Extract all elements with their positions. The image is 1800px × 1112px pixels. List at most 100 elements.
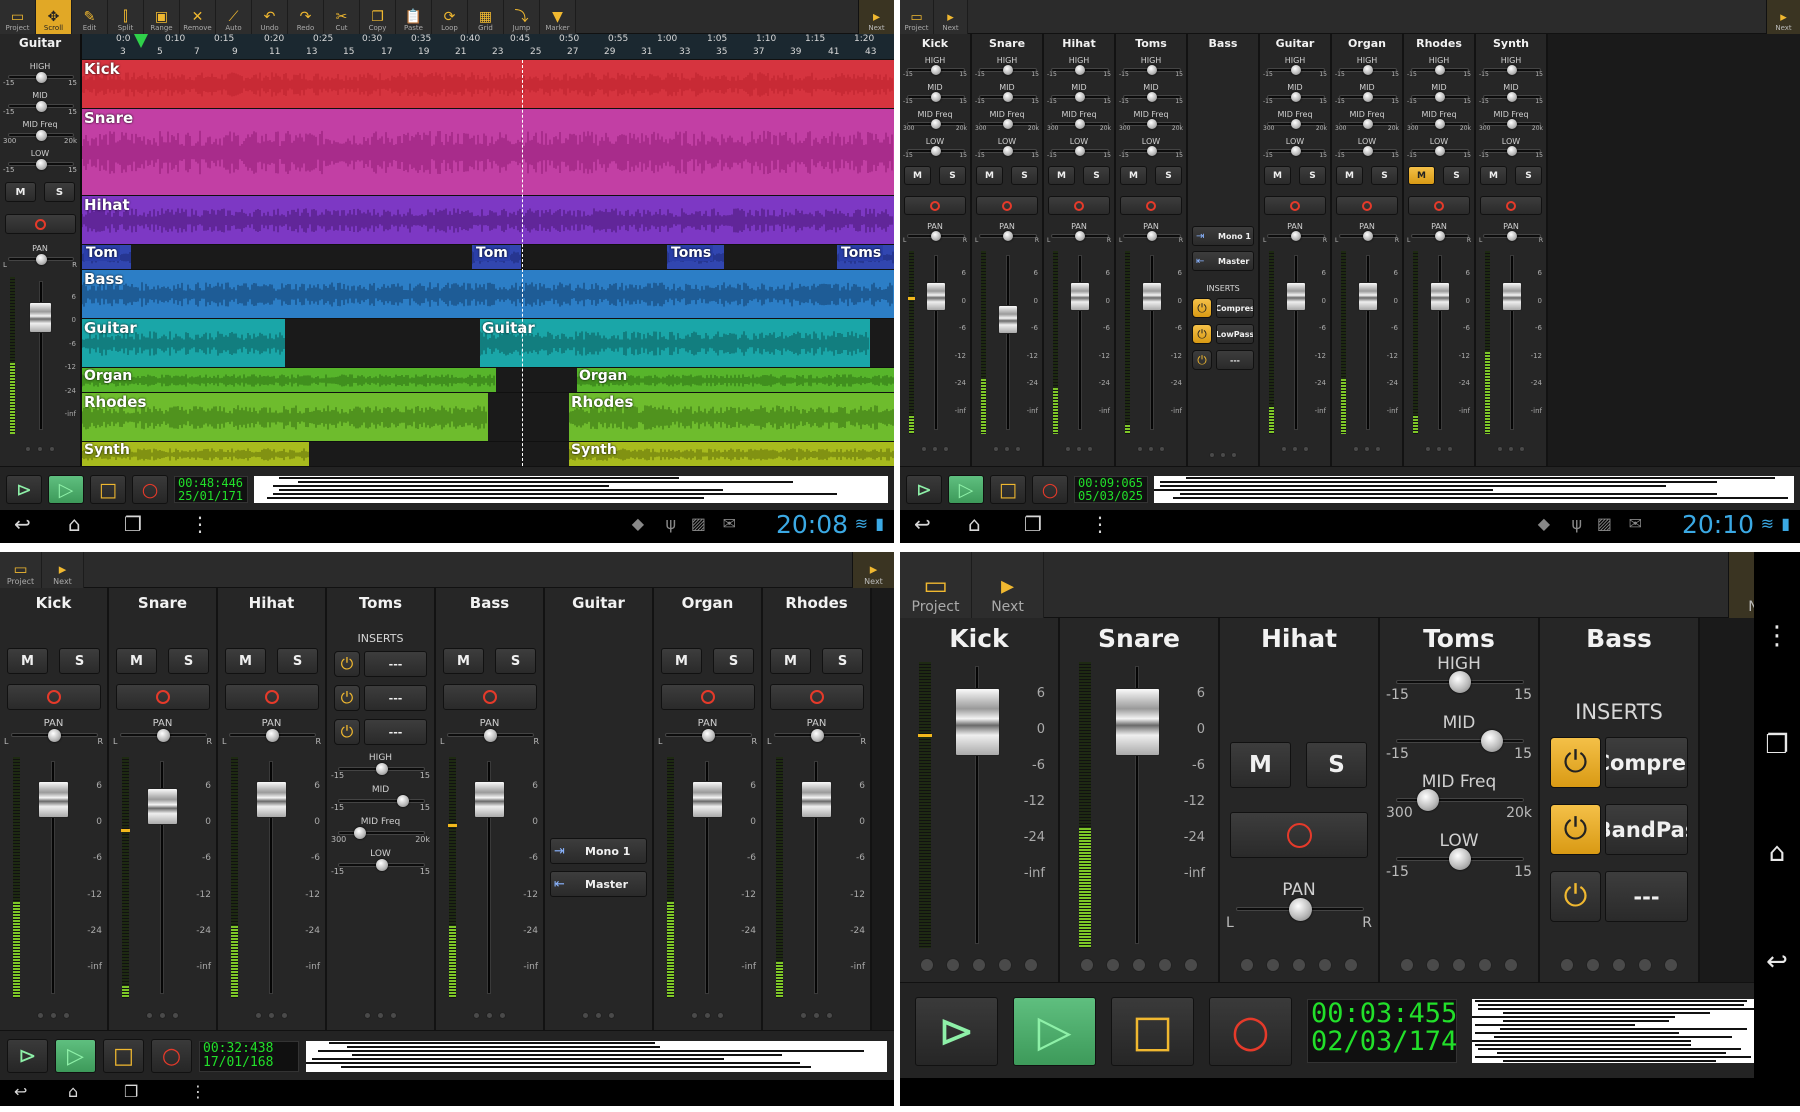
playhead-marker[interactable] — [134, 34, 148, 48]
aux-send-dot[interactable] — [49, 446, 55, 452]
record-arm-button[interactable] — [116, 684, 210, 710]
song-overview[interactable] — [254, 476, 888, 503]
toolbar-copy-button[interactable]: ❐ Copy — [360, 0, 396, 34]
recent-apps-icon[interactable]: ❐ — [1765, 730, 1788, 760]
aux-send-dot[interactable] — [1318, 958, 1332, 972]
aux-send-dot[interactable] — [1436, 446, 1442, 452]
pan-knob[interactable] — [157, 728, 170, 742]
record-arm-button[interactable] — [7, 684, 101, 710]
record-arm-button[interactable] — [443, 684, 537, 710]
eq-low-knob[interactable] — [1435, 146, 1445, 156]
audio-clip[interactable]: Organ — [82, 368, 496, 392]
mute-button[interactable]: M — [443, 648, 484, 674]
volume-fader[interactable] — [474, 781, 505, 818]
audio-clip[interactable]: Hihat — [82, 196, 894, 244]
play-from-start-button[interactable]: ⊳ — [906, 475, 942, 504]
mute-button[interactable]: M — [976, 166, 1003, 185]
record-button[interactable]: ○ — [1209, 997, 1292, 1066]
solo-button[interactable]: S — [495, 648, 536, 674]
aux-send-dot[interactable] — [1080, 958, 1094, 972]
insert-slot-button[interactable]: --- — [364, 719, 427, 745]
play-button[interactable]: ▷ — [48, 475, 84, 504]
insert-power-button[interactable]: ⏻ — [334, 719, 360, 745]
eq-mid-freq-knob[interactable] — [36, 129, 47, 141]
eq-mid-freq-knob[interactable] — [1003, 119, 1013, 129]
aux-send-dot[interactable] — [1015, 446, 1021, 452]
audio-clip[interactable]: Snare — [82, 109, 894, 195]
aux-send-dot[interactable] — [1159, 446, 1165, 452]
solo-button[interactable]: S — [822, 648, 863, 674]
aux-send-dot[interactable] — [691, 1012, 698, 1019]
aux-send-dot[interactable] — [1266, 958, 1280, 972]
audio-clip[interactable]: Bass — [82, 270, 894, 318]
time-counter[interactable]: 00:48:446 25/01/171 — [174, 476, 248, 503]
solo-button[interactable]: S — [168, 648, 209, 674]
solo-button[interactable]: S — [277, 648, 318, 674]
aux-send-dot[interactable] — [608, 1012, 615, 1019]
pan-knob[interactable] — [1507, 231, 1517, 241]
mute-button[interactable]: M — [904, 166, 931, 185]
mute-button[interactable]: M — [1230, 742, 1291, 788]
record-arm-button[interactable] — [770, 684, 864, 710]
play-button[interactable]: ▷ — [948, 475, 984, 504]
toolbar-edit-button[interactable]: ✎ Edit — [72, 0, 108, 34]
recent-apps-icon[interactable]: ❐ — [124, 1082, 138, 1101]
volume-fader[interactable] — [1502, 282, 1522, 311]
audio-clip[interactable]: Toms — [667, 245, 724, 269]
insert-slot-button[interactable]: Compres — [1605, 737, 1688, 788]
eq-high-knob[interactable] — [36, 71, 47, 83]
audio-clip[interactable]: Synth — [82, 442, 309, 466]
solo-button[interactable]: S — [1443, 166, 1470, 185]
toolbar-auto-button[interactable]: ⟋ Auto — [216, 0, 252, 34]
aux-send-dot[interactable] — [473, 1012, 480, 1019]
aux-send-dot[interactable] — [717, 1012, 724, 1019]
mute-button[interactable]: M — [5, 182, 36, 202]
record-arm-button[interactable] — [1480, 196, 1542, 215]
aux-send-dot[interactable] — [50, 1012, 57, 1019]
time-counter[interactable]: 00:32:438 17/01/168 — [199, 1041, 299, 1072]
eq-low-knob[interactable] — [1075, 146, 1085, 156]
song-overview[interactable] — [1154, 476, 1794, 503]
eq-mid-knob[interactable] — [1075, 92, 1085, 102]
pan-knob[interactable] — [1289, 897, 1312, 921]
play-button[interactable]: ▷ — [55, 1039, 96, 1073]
pan-knob[interactable] — [484, 728, 497, 742]
mute-button[interactable]: M — [225, 648, 266, 674]
eq-mid-freq-knob[interactable] — [1435, 119, 1445, 129]
toolbar-redo-button[interactable]: ↷ Redo — [288, 0, 324, 34]
aux-send-dot[interactable] — [499, 1012, 506, 1019]
stop-button[interactable]: □ — [103, 1039, 144, 1073]
solo-button[interactable]: S — [59, 648, 100, 674]
insert-power-button[interactable]: ⏻ — [1550, 737, 1601, 788]
aux-send-dot[interactable] — [1560, 958, 1574, 972]
toolbar-jump-button[interactable]: ⤵ Jump — [504, 0, 540, 34]
aux-send-dot[interactable] — [1292, 446, 1298, 452]
aux-send-dot[interactable] — [1148, 446, 1154, 452]
volume-fader[interactable] — [1286, 282, 1306, 311]
aux-send-dot[interactable] — [486, 1012, 493, 1019]
time-counter[interactable]: 00:03:455 02/03/174 — [1307, 999, 1457, 1063]
home-icon[interactable]: ⌂ — [1769, 838, 1786, 868]
aux-send-dot[interactable] — [1132, 958, 1146, 972]
record-arm-button[interactable] — [976, 196, 1038, 215]
eq-mid-knob[interactable] — [931, 92, 941, 102]
volume-fader[interactable] — [998, 305, 1018, 334]
mute-button[interactable]: M — [1408, 166, 1435, 185]
aux-send-dot[interactable] — [1364, 446, 1370, 452]
toolbar-range-button[interactable]: ▣ Range — [144, 0, 180, 34]
aux-send-dot[interactable] — [1612, 958, 1626, 972]
insert-power-button[interactable]: ⏻ — [1192, 324, 1212, 344]
pan-knob[interactable] — [931, 231, 941, 241]
aux-send-dot[interactable] — [800, 1012, 807, 1019]
eq-low-knob[interactable] — [36, 158, 47, 170]
eq-high-knob[interactable] — [1003, 65, 1013, 75]
insert-power-button[interactable]: ⏻ — [1550, 871, 1601, 922]
pan-knob[interactable] — [1147, 231, 1157, 241]
record-button[interactable]: ○ — [132, 475, 168, 504]
eq-low-knob[interactable] — [1363, 146, 1373, 156]
solo-button[interactable]: S — [1155, 166, 1182, 185]
eq-mid-freq-knob[interactable] — [354, 827, 366, 839]
insert-slot-button[interactable]: BandPas — [1605, 804, 1688, 855]
record-arm-button[interactable] — [1408, 196, 1470, 215]
aux-send-dot[interactable] — [1231, 452, 1237, 458]
